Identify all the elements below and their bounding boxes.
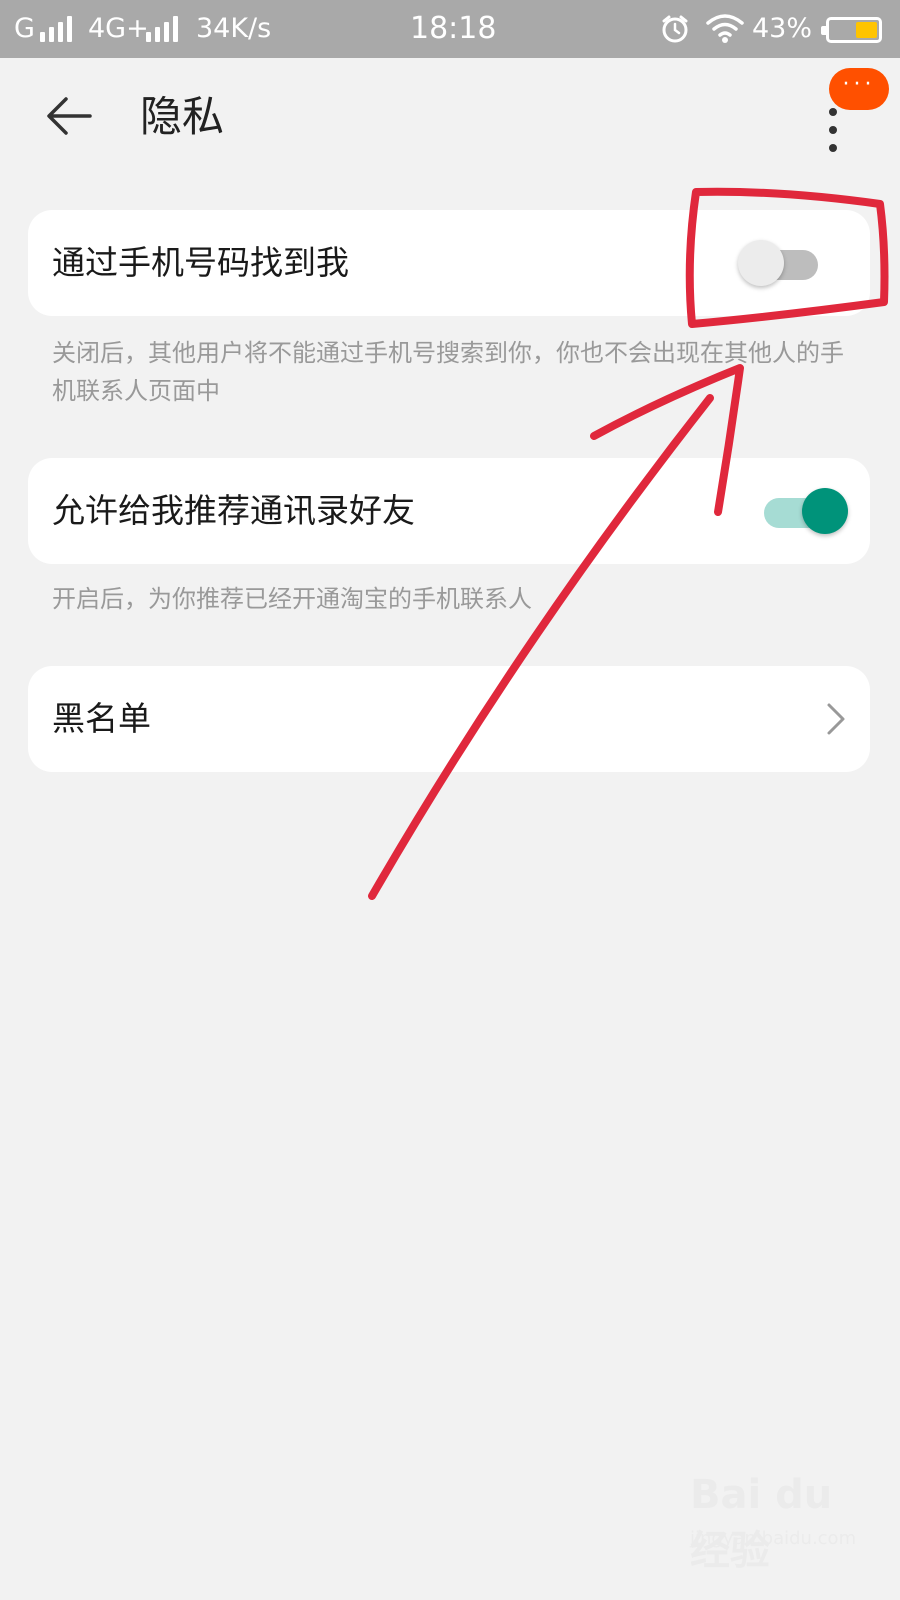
header: 隐私 [0,58,900,174]
setting-label: 通过手机号码找到我 [52,243,349,282]
watermark-logo: Bai du 经验 [690,1472,833,1574]
battery-level [855,22,877,38]
find-by-phone-toggle[interactable] [738,240,820,286]
network-speed: 34K/s [196,13,272,44]
signal-icon [40,16,76,42]
more-vertical-icon[interactable] [826,108,840,198]
setting-recommend-contacts[interactable]: 允许给我推荐通讯录好友 [28,458,870,564]
setting-label: 黑名单 [52,699,151,738]
setting-find-by-phone[interactable]: 通过手机号码找到我 [28,210,870,316]
back-arrow-icon[interactable] [46,96,92,136]
signal-icon [146,16,182,42]
battery-icon [821,17,882,43]
setting-blacklist[interactable]: 黑名单 [28,666,870,772]
page-title: 隐私 [140,92,225,141]
watermark: Bai du 经验 jingyan.baidu.com [690,1472,870,1574]
network-label: 4G+ [88,13,149,44]
floating-menu-badge[interactable]: ··· [829,68,889,110]
carrier-label: G [14,13,35,44]
status-bar: G 4G+ 34K/s 18:18 43% [0,0,900,58]
setting-label: 允许给我推荐通讯录好友 [52,491,415,530]
watermark-url: jingyan.baidu.com [690,1528,857,1549]
alarm-icon [662,15,688,43]
toggle-knob [738,240,784,286]
battery-percent: 43% [752,13,813,44]
clock: 18:18 [410,11,497,46]
setting-description: 开启后，为你推荐已经开通淘宝的手机联系人 [52,585,532,613]
recommend-contacts-toggle[interactable] [764,488,848,534]
toggle-knob [802,488,848,534]
setting-description: 关闭后，其他用户将不能通过手机号搜索到你，你也不会出现在其他人的手机联系人页面中 [52,339,844,405]
wifi-icon [706,14,744,43]
chevron-right-icon [827,703,845,735]
